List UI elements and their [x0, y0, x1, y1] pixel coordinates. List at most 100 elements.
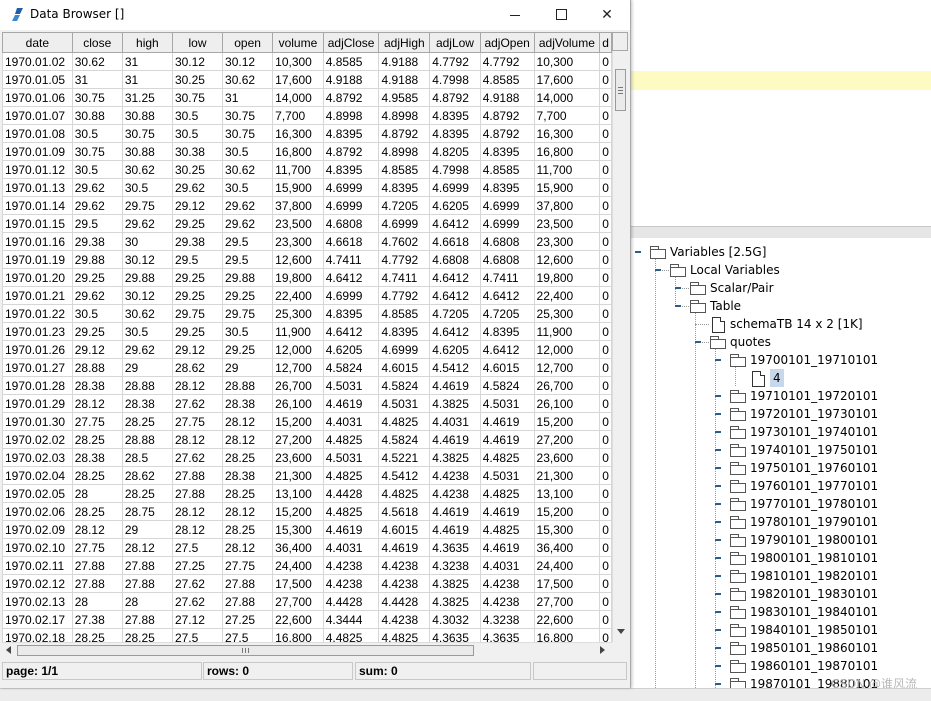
table-cell[interactable]: 28 — [71, 592, 123, 611]
vertical-scrollbar[interactable] — [612, 51, 629, 642]
table-cell[interactable]: 0 — [599, 610, 612, 629]
table-row[interactable]: 1970.02.18 28.25 28.25 27.5 27.5 16,800 4.4825… — [2, 628, 612, 642]
table-cell[interactable]: 4.6999 — [378, 340, 431, 359]
table-cell[interactable]: 29.5 — [171, 250, 224, 269]
table-cell[interactable]: 1970.01.27 — [2, 358, 73, 377]
table-cell[interactable]: 1970.01.08 — [2, 124, 73, 143]
table-cell[interactable]: 1970.01.12 — [2, 160, 73, 179]
table-cell[interactable]: 1970.01.29 — [2, 394, 73, 413]
table-cell[interactable]: 30.12 — [171, 52, 224, 71]
table-cell[interactable]: 1970.02.12 — [2, 574, 73, 593]
table-cell[interactable]: 4.6412 — [322, 268, 380, 287]
expand-toggle-icon[interactable] — [715, 428, 723, 436]
table-cell[interactable]: 28.12 — [222, 502, 274, 521]
table-cell[interactable]: 1970.01.21 — [2, 286, 73, 305]
table-cell[interactable]: 4.8395 — [378, 322, 431, 341]
expand-toggle-icon[interactable] — [715, 410, 723, 418]
table-cell[interactable]: 23,600 — [533, 448, 601, 467]
table-cell[interactable]: 29.62 — [121, 340, 173, 359]
table-cell[interactable]: 29.62 — [71, 196, 123, 215]
table-row[interactable]: 1970.02.02 28.25 28.88 28.12 28.12 27,200 4.48… — [2, 430, 612, 449]
table-cell[interactable]: 0 — [599, 376, 612, 395]
table-cell[interactable]: 4.6015 — [479, 358, 535, 377]
table-cell[interactable]: 4.3825 — [429, 574, 481, 593]
table-cell[interactable]: 27.88 — [121, 574, 173, 593]
column-header-close[interactable]: close — [71, 32, 123, 53]
table-cell[interactable]: 4.4619 — [322, 394, 380, 413]
table-cell[interactable]: 4.4825 — [378, 484, 431, 503]
table-cell[interactable]: 0 — [599, 196, 612, 215]
table-cell[interactable]: 29.62 — [222, 196, 274, 215]
table-cell[interactable]: 23,500 — [533, 214, 601, 233]
expand-toggle-icon[interactable] — [715, 464, 723, 472]
table-cell[interactable]: 29.88 — [71, 250, 123, 269]
table-cell[interactable]: 29.5 — [71, 214, 123, 233]
tree-node-partition[interactable]: 19750101_19760101 — [630, 459, 931, 477]
table-cell[interactable]: 12,000 — [533, 340, 601, 359]
table-cell[interactable]: 4.4825 — [479, 448, 535, 467]
table-cell[interactable]: 29.88 — [121, 268, 173, 287]
table-cell[interactable]: 4.8585 — [479, 160, 535, 179]
table-cell[interactable]: 29.62 — [222, 214, 274, 233]
table-cell[interactable]: 27.62 — [171, 394, 224, 413]
table-cell[interactable]: 4.6999 — [322, 196, 380, 215]
table-cell[interactable]: 17,600 — [533, 70, 601, 89]
table-cell[interactable]: 27.88 — [171, 466, 224, 485]
table-cell[interactable]: 0 — [599, 160, 612, 179]
table-cell[interactable]: 24,400 — [533, 556, 601, 575]
table-cell[interactable]: 28.12 — [222, 430, 274, 449]
table-cell[interactable]: 4.5031 — [479, 466, 535, 485]
table-cell[interactable]: 28.12 — [171, 430, 224, 449]
table-cell[interactable]: 4.4428 — [322, 592, 380, 611]
tree-node-partition[interactable]: 19850101_19860101 — [630, 639, 931, 657]
table-cell[interactable]: 28.12 — [171, 520, 224, 539]
table-cell[interactable]: 30.25 — [171, 160, 224, 179]
table-cell[interactable]: 4.5031 — [378, 394, 431, 413]
table-cell[interactable]: 28.12 — [171, 376, 224, 395]
table-cell[interactable]: 4.8585 — [378, 160, 431, 179]
tree-node-local-variables[interactable]: Local Variables — [630, 261, 931, 279]
tree-node-selected-item[interactable]: 4 — [630, 369, 931, 387]
table-cell[interactable]: 4.8998 — [378, 106, 431, 125]
table-cell[interactable]: 28.5 — [121, 448, 173, 467]
table-cell[interactable]: 0 — [599, 322, 612, 341]
table-cell[interactable]: 30 — [121, 232, 173, 251]
table-cell[interactable]: 4.8395 — [322, 124, 380, 143]
table-cell[interactable]: 0 — [599, 52, 612, 71]
table-cell[interactable]: 4.5031 — [479, 394, 535, 413]
expand-toggle-icon[interactable] — [715, 356, 723, 364]
table-cell[interactable]: 29 — [121, 358, 173, 377]
table-cell[interactable]: 26,100 — [533, 394, 601, 413]
table-cell[interactable]: 29.38 — [171, 232, 224, 251]
table-cell[interactable]: 29.5 — [222, 232, 274, 251]
table-row[interactable]: 1970.01.14 29.62 29.75 29.12 29.62 37,800 4.69… — [2, 196, 612, 215]
table-row[interactable]: 1970.01.09 30.75 30.88 30.38 30.5 16,800 4.879… — [2, 142, 612, 161]
column-header-d[interactable]: d — [599, 32, 612, 53]
tree-node-partition[interactable]: 19710101_19720101 — [630, 387, 931, 405]
table-cell[interactable]: 30.38 — [171, 142, 224, 161]
table-cell[interactable]: 4.6412 — [429, 322, 481, 341]
table-cell[interactable]: 27.88 — [171, 484, 224, 503]
table-cell[interactable]: 0 — [599, 142, 612, 161]
table-cell[interactable]: 30.5 — [171, 124, 224, 143]
table-cell[interactable]: 1970.02.18 — [2, 628, 73, 642]
table-cell[interactable]: 28.38 — [222, 466, 274, 485]
table-cell[interactable]: 28.38 — [71, 376, 123, 395]
table-cell[interactable]: 1970.02.17 — [2, 610, 73, 629]
table-cell[interactable]: 1970.02.04 — [2, 466, 73, 485]
table-cell[interactable]: 4.6618 — [429, 232, 481, 251]
table-row[interactable]: 1970.01.08 30.5 30.75 30.5 30.75 16,300 4.8395… — [2, 124, 612, 143]
tree-node-partition[interactable]: 19770101_19780101 — [630, 495, 931, 513]
table-cell[interactable]: 29.38 — [71, 232, 123, 251]
table-cell[interactable]: 4.3825 — [429, 394, 481, 413]
table-row[interactable]: 1970.02.13 28 28 27.62 27.88 27,700 4.4428 4.44… — [2, 592, 612, 611]
table-cell[interactable]: 4.6205 — [429, 340, 481, 359]
table-cell[interactable]: 28.25 — [222, 448, 274, 467]
table-cell[interactable]: 27,700 — [533, 592, 601, 611]
table-cell[interactable]: 17,600 — [272, 70, 324, 89]
table-cell[interactable]: 4.7792 — [378, 250, 431, 269]
table-cell[interactable]: 28.38 — [121, 394, 173, 413]
table-cell[interactable]: 30.5 — [222, 142, 274, 161]
table-cell[interactable]: 4.7792 — [479, 52, 535, 71]
table-cell[interactable]: 29 — [121, 520, 173, 539]
